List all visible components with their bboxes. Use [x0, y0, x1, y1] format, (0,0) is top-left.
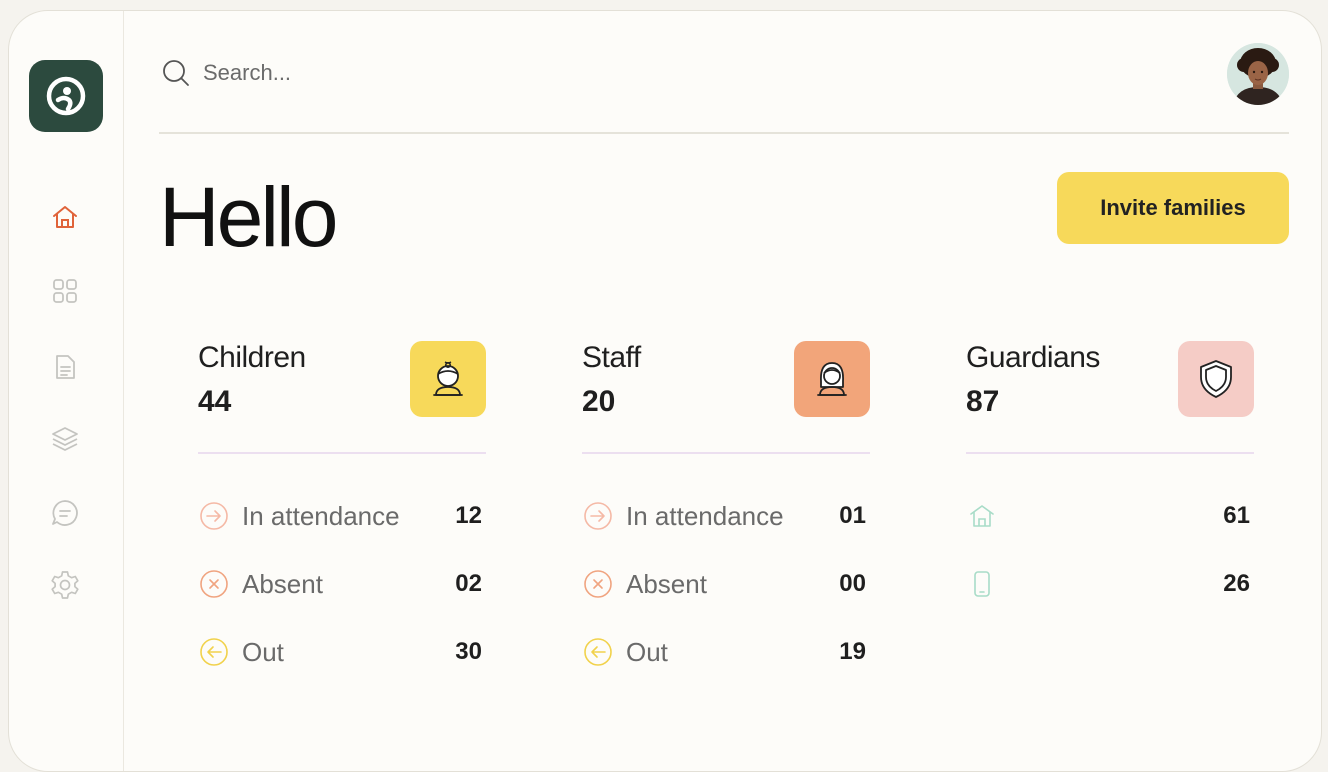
card-icon-box [410, 341, 486, 417]
phone-icon [966, 568, 998, 600]
stat-row-absent[interactable]: Absent 00 [582, 564, 870, 604]
row-label: In attendance [626, 500, 784, 531]
row-label: In attendance [242, 500, 400, 531]
row-value: 61 [1223, 502, 1250, 529]
gear-icon [51, 571, 79, 599]
app-window: Hello Invite families Children 44 [8, 10, 1322, 772]
nav-layers[interactable] [47, 421, 83, 457]
card-divider [582, 452, 870, 454]
row-value: 30 [455, 638, 482, 665]
main-content: Hello Invite families Children 44 [123, 11, 1321, 771]
sidebar [9, 11, 124, 771]
shield-icon [1200, 360, 1232, 398]
card-icon-box [1178, 341, 1254, 417]
document-icon [56, 355, 75, 379]
card-title: Staff [582, 341, 641, 374]
nav-messages[interactable] [47, 495, 83, 531]
arrow-out-icon [198, 636, 230, 668]
arrow-out-icon [582, 636, 614, 668]
row-label: Absent [626, 568, 707, 599]
stat-row-in-attendance[interactable]: In attendance 12 [198, 496, 486, 536]
stat-row-phone[interactable]: 26 [966, 564, 1254, 604]
nav-documents[interactable] [47, 349, 83, 385]
card-count: 87 [966, 385, 1000, 418]
card-divider [198, 452, 486, 454]
logo-icon [46, 76, 86, 116]
nav-dashboard[interactable] [47, 273, 83, 309]
layers-icon [52, 427, 78, 451]
row-value: 12 [455, 502, 482, 529]
invite-families-button[interactable]: Invite families [1057, 172, 1289, 244]
page-title: Hello [159, 170, 338, 264]
avatar-image [1227, 43, 1289, 105]
row-label: Out [242, 636, 284, 667]
row-value: 19 [839, 638, 866, 665]
stat-row-out[interactable]: Out 30 [198, 632, 486, 672]
row-value: 26 [1223, 570, 1250, 597]
stat-row-absent[interactable]: Absent 02 [198, 564, 486, 604]
nav-home[interactable] [47, 199, 83, 235]
home-icon [53, 206, 77, 228]
card-count: 20 [582, 385, 616, 418]
app-logo[interactable] [29, 60, 103, 132]
card-title: Guardians [966, 341, 1100, 374]
row-label: Out [626, 636, 668, 667]
absent-icon [198, 568, 230, 600]
header-divider [159, 132, 1289, 134]
row-label: Absent [242, 568, 323, 599]
search-input[interactable] [201, 59, 525, 87]
grid-icon [53, 279, 77, 303]
stat-row-out[interactable]: Out 19 [582, 632, 870, 672]
card-divider [966, 452, 1254, 454]
stat-row-in-attendance[interactable]: In attendance 01 [582, 496, 870, 536]
card-title: Children [198, 341, 306, 374]
row-value: 01 [839, 502, 866, 529]
stat-row-home[interactable]: 61 [966, 496, 1254, 536]
card-count: 44 [198, 385, 232, 418]
search-icon [163, 60, 189, 86]
user-avatar[interactable] [1227, 43, 1289, 105]
arrow-in-icon [582, 500, 614, 532]
chat-icon [52, 500, 78, 526]
card-icon-box [794, 341, 870, 417]
row-value: 02 [455, 570, 482, 597]
staff-icon [817, 362, 847, 396]
absent-icon [582, 568, 614, 600]
row-value: 00 [839, 570, 866, 597]
child-icon [433, 361, 463, 396]
home-icon [966, 500, 998, 532]
nav-settings[interactable] [47, 567, 83, 603]
search-bar[interactable] [161, 45, 561, 101]
arrow-in-icon [198, 500, 230, 532]
